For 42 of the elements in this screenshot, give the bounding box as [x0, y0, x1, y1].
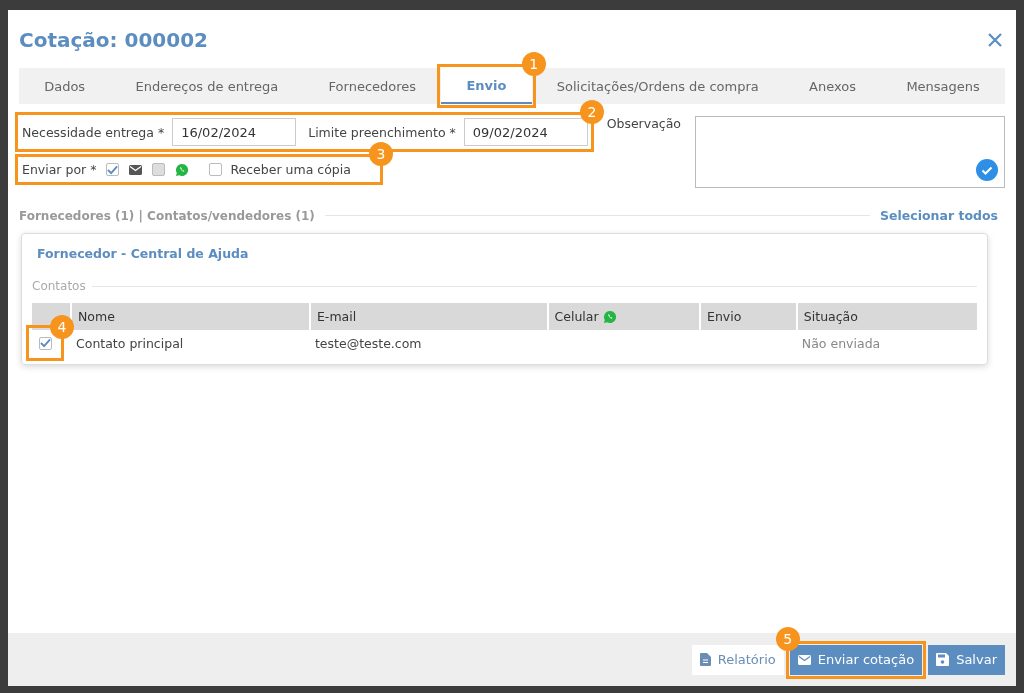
table-cell: Não enviada	[801, 335, 881, 351]
document-icon	[699, 653, 711, 666]
column-header: E-mail	[308, 303, 547, 330]
checkbox[interactable]	[106, 163, 120, 176]
tab[interactable]: Mensagens	[881, 68, 1005, 104]
whatsapp-icon	[602, 309, 617, 324]
checkbox[interactable]	[209, 163, 223, 176]
tab[interactable]: Fornecedores	[303, 68, 442, 104]
field-label: Observação	[606, 116, 681, 133]
action-button[interactable]: Salvar	[928, 644, 1005, 675]
column-header: Situação	[795, 303, 977, 330]
field-label: Limite preenchimento *	[308, 124, 456, 140]
field-label: Enviar por *	[22, 162, 97, 177]
date-field[interactable]: 09/02/2024	[463, 118, 588, 146]
date-field[interactable]: 16/02/2024	[172, 118, 297, 146]
save-icon	[936, 653, 950, 666]
table-cell: teste@teste.com	[314, 335, 422, 351]
column-header: Envio	[699, 303, 796, 330]
observation-field[interactable]	[695, 116, 1005, 188]
checkbox[interactable]	[38, 336, 52, 350]
mail-icon	[797, 654, 811, 665]
supplier-title: Fornecedor - Central de Ajuda	[37, 246, 250, 261]
section-title: Fornecedores (1) | Contatos/vendedores (1)	[19, 208, 315, 223]
annotation-badge: 3	[369, 142, 393, 166]
field-label: Necessidade entrega *	[22, 124, 165, 140]
select-all-link[interactable]: Selecionar todos	[880, 208, 998, 223]
mail-icon	[129, 164, 143, 175]
annotation-badge: 5	[775, 626, 800, 651]
checkbox-label: Receber uma cópia	[230, 162, 351, 177]
tab[interactable]: Anexos	[783, 68, 882, 104]
tab[interactable]: Dados	[19, 68, 111, 104]
table-cell: Contato principal	[76, 335, 184, 351]
annotation-badge: 1	[521, 52, 546, 76]
column-header: Nome	[70, 303, 309, 330]
tab[interactable]: Endereços de entrega	[110, 68, 304, 104]
annotation-badge: 4	[50, 315, 74, 339]
window-title: Cotação: 000002	[19, 28, 209, 52]
close-icon	[988, 33, 1002, 47]
column-header: Celular	[546, 303, 699, 330]
contacts-label: Contatos	[32, 279, 86, 293]
report-button[interactable]: Relatório	[691, 644, 784, 675]
whatsapp-icon	[175, 162, 190, 177]
